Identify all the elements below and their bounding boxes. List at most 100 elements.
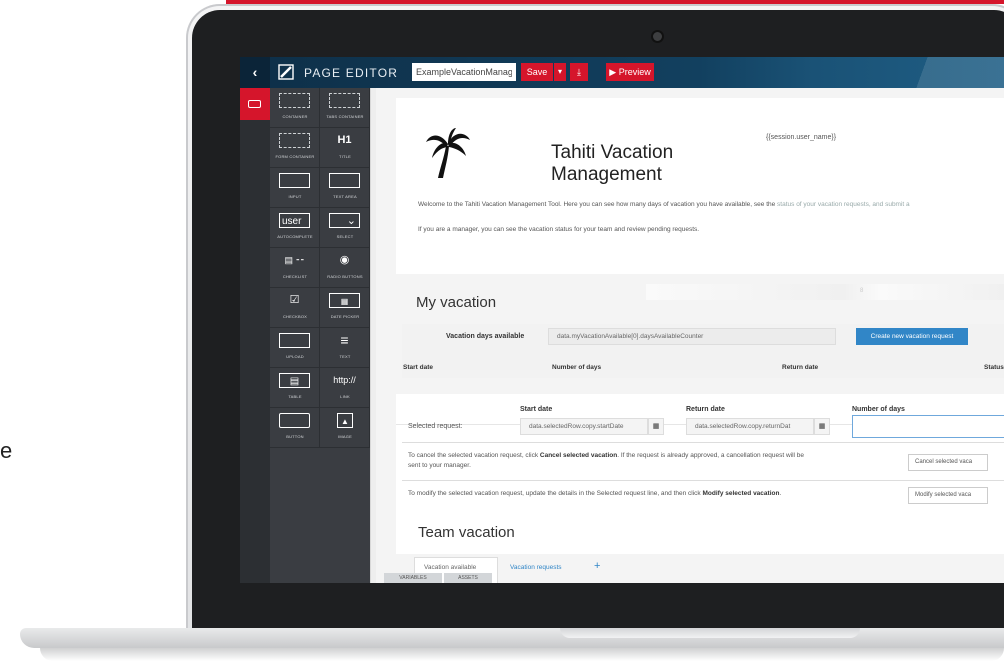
- my-vacation-title: My vacation: [416, 294, 497, 311]
- modify-text-b: Modify selected vacation: [702, 490, 780, 497]
- palette-label: CHECKBOX: [282, 314, 308, 319]
- link-icon: http://: [333, 375, 356, 385]
- page-canvas: Tahiti Vacation Management {{session.use…: [376, 88, 1004, 583]
- palette-item-autocomplete[interactable]: user AUTOCOMPLETE: [270, 208, 320, 248]
- back-button[interactable]: ‹: [240, 57, 270, 88]
- camera-icon: [653, 32, 662, 41]
- tab-vacation-available-label: Vacation available: [424, 564, 477, 571]
- cancel-selected-button[interactable]: Cancel selected vaca: [908, 454, 988, 471]
- cancel-instructions-line2: sent to your manager.: [408, 462, 471, 469]
- palette-label: UPLOAD: [286, 354, 304, 359]
- cancel-text-b: Cancel selected vacation: [539, 452, 618, 459]
- text-area-icon: [329, 173, 360, 188]
- palette-item-table[interactable]: ▤ TABLE: [270, 368, 320, 408]
- header-section: Tahiti Vacation Management {{session.use…: [396, 98, 1004, 274]
- page-number-bar: [646, 284, 1004, 300]
- palette-label: CONTAINER: [282, 114, 308, 119]
- save-button[interactable]: Save: [521, 63, 553, 81]
- palette-label: FORM CONTAINER: [275, 154, 315, 159]
- radio-buttons-icon: ◉: [339, 254, 350, 266]
- left-rail: [240, 88, 270, 583]
- background-text-fragment: e: [0, 438, 13, 463]
- my-vacation-section: 8 My vacation Vacation days available da…: [396, 284, 1004, 564]
- palette-label: TABLE: [288, 394, 302, 399]
- palette-item-text-area[interactable]: TEXT AREA: [320, 168, 370, 208]
- create-request-button[interactable]: Create new vacation request: [856, 328, 968, 345]
- palm-tree-logo: [426, 128, 470, 178]
- chevron-down-icon: ▾: [557, 67, 562, 76]
- column-header-start-date[interactable]: Start date: [403, 364, 433, 371]
- page-editor-logo-icon: [278, 64, 294, 80]
- date-picker-icon: ▦: [329, 293, 360, 308]
- palette-item-select[interactable]: ⌄ SELECT: [320, 208, 370, 248]
- checkbox-icon: ☑: [289, 294, 300, 306]
- palette-item-text[interactable]: ≡ TEXT: [320, 328, 370, 368]
- palette-item-container[interactable]: CONTAINER: [270, 88, 320, 128]
- autocomplete-icon: user: [279, 213, 310, 228]
- preview-button[interactable]: ▶ Preview: [606, 63, 654, 81]
- column-header-status[interactable]: Status: [984, 364, 1004, 371]
- widget-palette: CONTAINER TABS CONTAINER FORM CONTAINER …: [270, 88, 370, 583]
- table-icon: ▤: [279, 373, 310, 388]
- calendar-icon[interactable]: ▦: [814, 418, 830, 435]
- vacation-days-label: Vacation days available: [446, 333, 525, 340]
- number-of-days-field[interactable]: [852, 415, 1004, 438]
- palette-item-title[interactable]: H1 TITLE: [320, 128, 370, 168]
- image-icon: ▲: [337, 413, 353, 428]
- export-button[interactable]: ⤓: [570, 63, 588, 81]
- palette-item-tabs-container[interactable]: TABS CONTAINER: [320, 88, 370, 128]
- screen: ‹ PAGE EDITOR Save ▾ ⤓ ▶ Preview CONTAIN…: [240, 57, 1004, 583]
- palette-item-checklist[interactable]: ▤ ⁃⁃ CHECKLIST: [270, 248, 320, 288]
- palette-item-date-picker[interactable]: ▦ DATE PICKER: [320, 288, 370, 328]
- palette-label: TITLE: [339, 154, 351, 159]
- start-date-field[interactable]: data.selectedRow.copy.startDate: [520, 418, 648, 435]
- page-number: 8: [860, 288, 864, 294]
- modify-instructions: To modify the selected vacation request,…: [408, 490, 781, 497]
- modify-selected-button[interactable]: Modify selected vaca: [908, 487, 988, 504]
- return-date-field[interactable]: data.selectedRow.copy.returnDat: [686, 418, 814, 435]
- palette-label: BUTTON: [286, 434, 304, 439]
- palette-item-radio-buttons[interactable]: ◉ RADIO BUTTONS: [320, 248, 370, 288]
- manager-text: If you are a manager, you can see the va…: [418, 226, 700, 233]
- bottom-tabs: VARIABLES ASSETS: [384, 573, 494, 583]
- add-tab-icon[interactable]: +: [594, 560, 600, 572]
- page-title: Tahiti Vacation Management: [551, 142, 673, 186]
- palette-label: TEXT AREA: [333, 194, 357, 199]
- export-icon: ⤓: [577, 67, 581, 77]
- palette-item-upload[interactable]: UPLOAD: [270, 328, 320, 368]
- divider: [402, 480, 1004, 481]
- form-container-icon: [279, 133, 310, 148]
- widgets-icon: [248, 100, 261, 108]
- tab-vacation-requests[interactable]: Vacation requests: [510, 564, 562, 571]
- team-vacation-title: Team vacation: [418, 524, 515, 541]
- return-date-label: Return date: [686, 406, 725, 413]
- palette-item-image[interactable]: ▲ IMAGE: [320, 408, 370, 448]
- column-header-number-of-days[interactable]: Number of days: [552, 364, 601, 371]
- input-icon: [279, 173, 310, 188]
- tabs-container-icon: [329, 93, 360, 108]
- save-dropdown-button[interactable]: ▾: [554, 63, 566, 81]
- intro-text-b: status of your vacation requests, and su…: [777, 201, 910, 208]
- calendar-icon[interactable]: ▦: [648, 418, 664, 435]
- tab-assets[interactable]: ASSETS: [444, 573, 492, 583]
- palette-label: CHECKLIST: [282, 274, 308, 279]
- tab-variables[interactable]: VARIABLES: [384, 573, 442, 583]
- selected-request-label: Selected request:: [408, 423, 463, 430]
- palette-item-form-container[interactable]: FORM CONTAINER: [270, 128, 320, 168]
- palette-item-link[interactable]: http:// LINK: [320, 368, 370, 408]
- number-of-days-label: Number of days: [852, 406, 905, 413]
- intro-text: Welcome to the Tahiti Vacation Managemen…: [418, 201, 910, 208]
- button-icon: [279, 413, 310, 428]
- intro-text-a: Welcome to the Tahiti Vacation Managemen…: [418, 201, 778, 208]
- app-title: PAGE EDITOR: [304, 66, 399, 80]
- palette-label: SELECT: [336, 234, 354, 239]
- vacation-days-field: data.myVacationAvailable[0].daysAvailabl…: [548, 328, 836, 345]
- palette-item-button[interactable]: BUTTON: [270, 408, 320, 448]
- palette-item-input[interactable]: INPUT: [270, 168, 320, 208]
- column-header-return-date[interactable]: Return date: [782, 364, 818, 371]
- palette-label: INPUT: [288, 194, 302, 199]
- page-title-line2: Management: [551, 164, 662, 185]
- page-name-input[interactable]: [412, 63, 516, 81]
- palette-item-checkbox[interactable]: ☑ CHECKBOX: [270, 288, 320, 328]
- text-icon: ≡: [340, 332, 349, 348]
